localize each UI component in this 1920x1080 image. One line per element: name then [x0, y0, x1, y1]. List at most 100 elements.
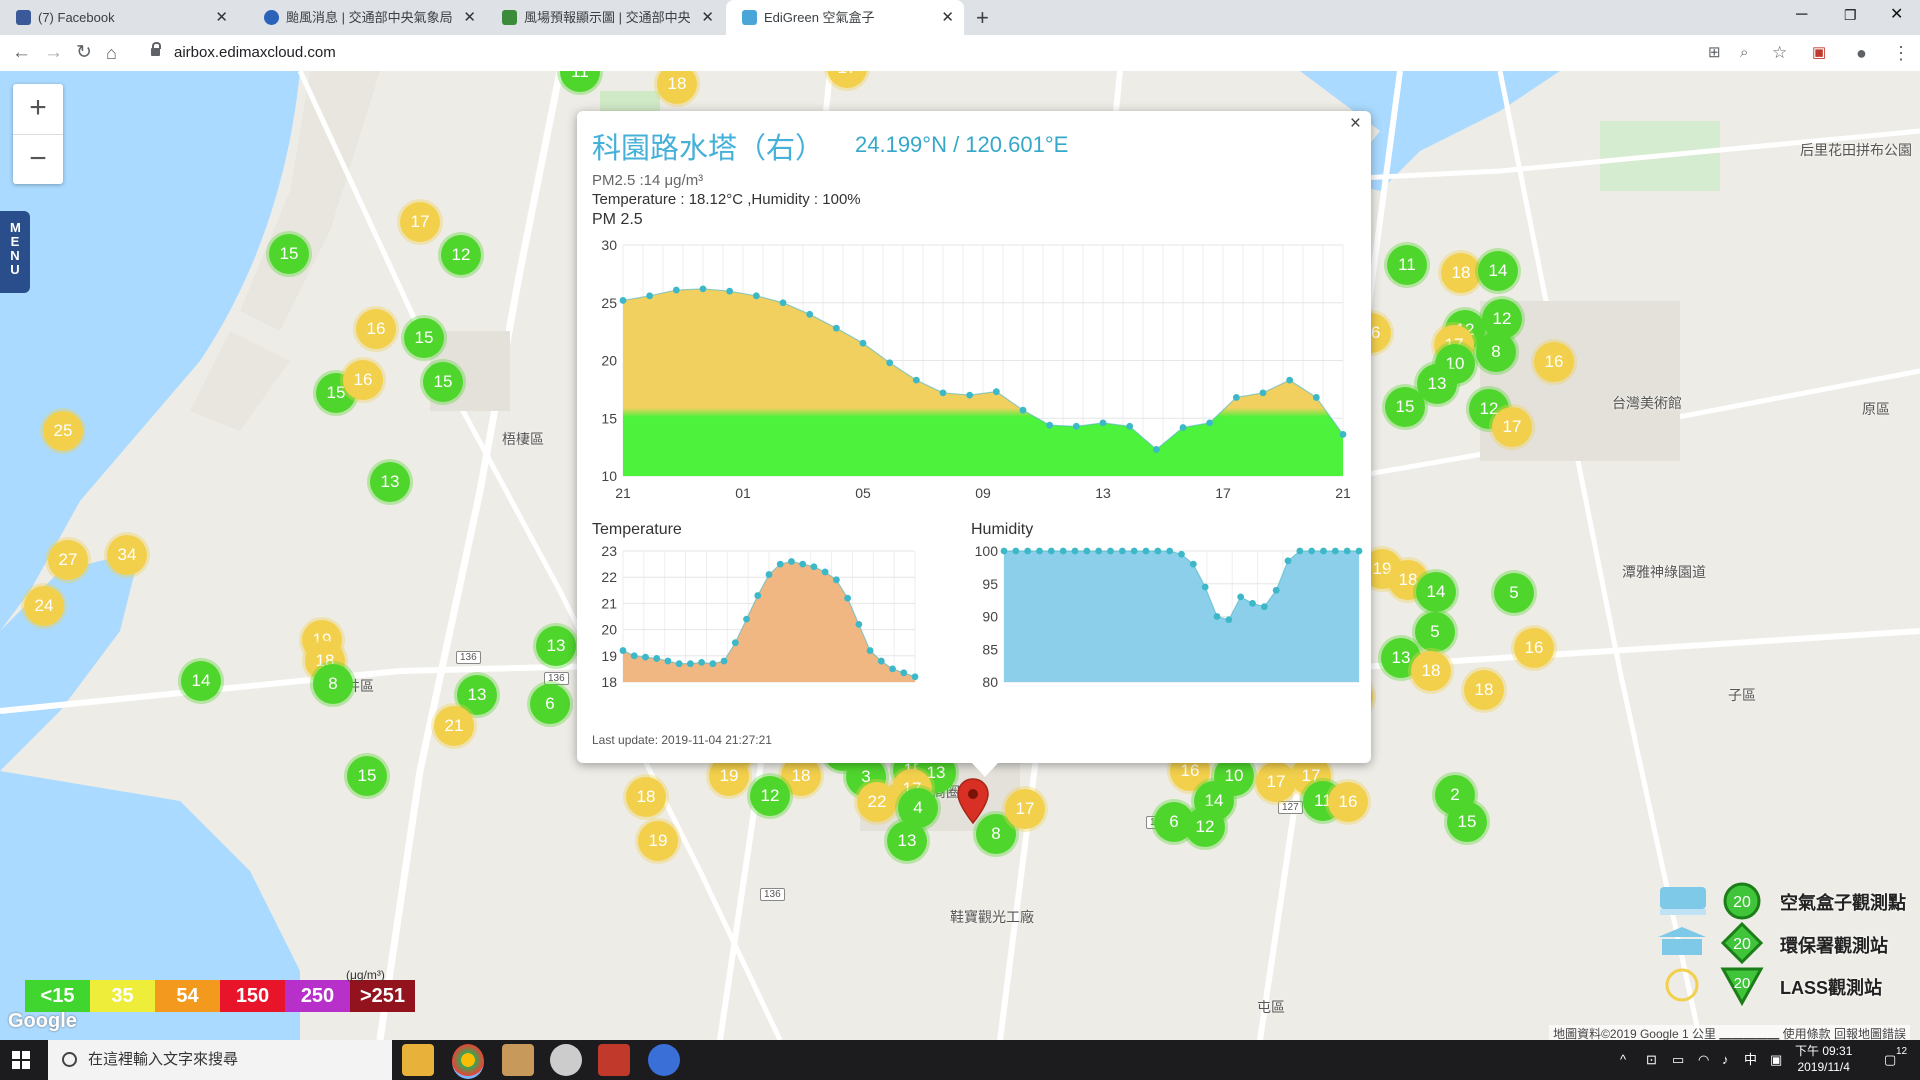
sensor-cluster[interactable]: 21 [434, 706, 474, 746]
forward-arrow-icon[interactable]: → [44, 35, 63, 71]
sensor-cluster[interactable]: 18 [1441, 253, 1481, 293]
sensor-cluster[interactable]: 15 [423, 362, 463, 402]
map-canvas[interactable]: 梧棲區 龍井區 東海藝術街商圈 鞋寶觀光工廠 台灣美術館 潭雅神綠園道 后里花田… [0, 71, 1920, 1040]
sensor-cluster[interactable]: 18 [1464, 670, 1504, 710]
notification-count: 12 [1896, 1046, 1908, 1057]
network-icon[interactable]: ⊡ [1646, 1040, 1657, 1080]
data-point [1259, 389, 1267, 397]
new-tab-button[interactable]: + [976, 0, 989, 35]
sensor-cluster[interactable]: 15 [1447, 802, 1487, 842]
app-icon[interactable] [502, 1044, 534, 1076]
sensor-cluster[interactable]: 12 [1185, 807, 1225, 847]
zoom-out-button[interactable]: − [13, 135, 63, 185]
data-point [1118, 547, 1126, 555]
sensor-cluster[interactable]: 17 [400, 202, 440, 242]
sensor-cluster[interactable]: 5 [1494, 573, 1534, 613]
side-menu-button[interactable]: MENU [0, 211, 30, 293]
sensor-cluster[interactable]: 34 [107, 535, 147, 575]
zoom-icon[interactable]: ⌕ [1740, 35, 1748, 71]
sensor-cluster[interactable]: 16 [356, 309, 396, 349]
sensor-cluster[interactable]: 8 [313, 664, 353, 704]
lock-icon[interactable] [151, 42, 161, 56]
app-icon[interactable] [598, 1044, 630, 1076]
sensor-cluster[interactable]: 14 [1416, 572, 1456, 612]
sensor-cluster[interactable]: 24 [24, 586, 64, 626]
sensor-cluster[interactable]: 17 [1256, 762, 1296, 802]
sensor-cluster[interactable]: 17 [1005, 789, 1045, 829]
sensor-cluster[interactable]: 16 [1514, 628, 1554, 668]
sensor-cluster[interactable]: 19 [638, 821, 678, 861]
keyboard-icon[interactable]: ▣ [1770, 1040, 1782, 1080]
tab-typhoon-news[interactable]: 颱風消息 | 交通部中央氣象局 ✕ [248, 0, 486, 35]
bookmark-star-icon[interactable]: ☆ [1772, 35, 1787, 71]
sensor-cluster[interactable]: 12 [441, 235, 481, 275]
close-tab-icon[interactable]: ✕ [941, 0, 954, 35]
zoom-control: + − [13, 84, 63, 184]
wifi-icon[interactable]: ◠ [1698, 1040, 1709, 1080]
tab-facebook[interactable]: (7) Facebook ✕ [0, 0, 238, 35]
minimize-button[interactable]: ─ [1796, 0, 1807, 30]
sensor-cluster[interactable]: 18 [1411, 651, 1451, 691]
app-icon[interactable] [550, 1044, 582, 1076]
sensor-cluster[interactable]: 16 [1534, 342, 1574, 382]
notification-icon[interactable]: ▢ [1884, 1040, 1896, 1080]
restore-button[interactable]: ❐ [1844, 0, 1857, 30]
address-bar[interactable]: airbox.edimaxcloud.com [174, 35, 336, 71]
battery-icon[interactable]: ▭ [1672, 1040, 1684, 1080]
volume-icon[interactable]: ♪ [1722, 1040, 1729, 1080]
sensor-cluster[interactable]: 11 [1387, 245, 1427, 285]
data-point [889, 665, 896, 673]
reload-icon[interactable]: ↻ [76, 35, 92, 71]
ime-indicator[interactable]: 中 [1744, 1040, 1757, 1080]
sensor-cluster[interactable]: 25 [43, 411, 83, 451]
sensor-cluster[interactable]: 13 [536, 626, 576, 666]
sensor-cluster[interactable]: 15 [347, 756, 387, 796]
sensor-cluster[interactable]: 22 [857, 782, 897, 822]
extension-icon[interactable]: ▣ [1812, 35, 1826, 71]
tab-edigreen-airbox[interactable]: EdiGreen 空氣盒子 ✕ [726, 0, 964, 35]
app-icon[interactable] [648, 1044, 680, 1076]
windows-start-icon[interactable] [12, 1051, 30, 1069]
sensor-cluster[interactable]: 17 [1492, 407, 1532, 447]
zoom-in-button[interactable]: + [13, 84, 63, 135]
tray-chevron-icon[interactable]: ^ [1620, 1040, 1626, 1080]
close-tab-icon[interactable]: ✕ [463, 0, 476, 35]
sensor-cluster[interactable]: 13 [887, 821, 927, 861]
sensor-cluster[interactable]: 15 [269, 234, 309, 274]
sensor-cluster[interactable]: 16 [343, 360, 383, 400]
profile-icon[interactable]: ● [1856, 35, 1867, 71]
search-icon [62, 1052, 77, 1067]
data-point [1179, 424, 1187, 431]
sensor-cluster[interactable]: 13 [370, 462, 410, 502]
home-icon[interactable]: ⌂ [106, 35, 117, 71]
taskbar-clock[interactable]: 下午 09:31 2019/11/4 [1795, 1043, 1852, 1075]
window-close-button[interactable]: ✕ [1890, 0, 1903, 30]
place-label: 潭雅神綠園道 [1622, 564, 1706, 580]
sensor-cluster[interactable]: 16 [1328, 782, 1368, 822]
chrome-icon[interactable] [452, 1044, 484, 1079]
translate-icon[interactable]: ⊞ [1708, 35, 1721, 71]
sensor-cluster[interactable]: 15 [404, 318, 444, 358]
file-explorer-icon[interactable] [402, 1044, 434, 1076]
sensor-cluster[interactable]: 6 [530, 684, 570, 724]
close-tab-icon[interactable]: ✕ [701, 0, 714, 35]
sensor-cluster[interactable]: 8 [1476, 332, 1516, 372]
data-point [699, 285, 707, 293]
sensor-cluster[interactable]: 18 [626, 777, 666, 817]
data-point [1296, 547, 1304, 555]
sensor-cluster[interactable]: 27 [48, 540, 88, 580]
taskbar-search-box[interactable]: 在這裡輸入文字來搜尋 [48, 1040, 392, 1080]
data-point [1072, 422, 1080, 430]
x-tick-label: 17 [1215, 485, 1231, 501]
sensor-cluster[interactable]: 12 [750, 776, 790, 816]
map-attribution[interactable]: 地圖資料©2019 Google 1 公里 ▁▁▁▁▁ 使用條款 回報地圖錯誤 [1549, 1025, 1910, 1040]
tab-wind-forecast[interactable]: 風場預報顯示圖 | 交通部中央氣象局 ✕ [486, 0, 724, 35]
chrome-menu-icon[interactable]: ⋮ [1892, 35, 1910, 71]
sensor-cluster[interactable]: 14 [1478, 251, 1518, 291]
location-pin-icon[interactable] [956, 777, 990, 825]
close-tab-icon[interactable]: ✕ [215, 0, 228, 35]
back-arrow-icon[interactable]: ← [12, 35, 31, 71]
sensor-cluster[interactable]: 15 [1385, 387, 1425, 427]
sensor-cluster[interactable]: 5 [1415, 612, 1455, 652]
sensor-cluster[interactable]: 14 [181, 661, 221, 701]
